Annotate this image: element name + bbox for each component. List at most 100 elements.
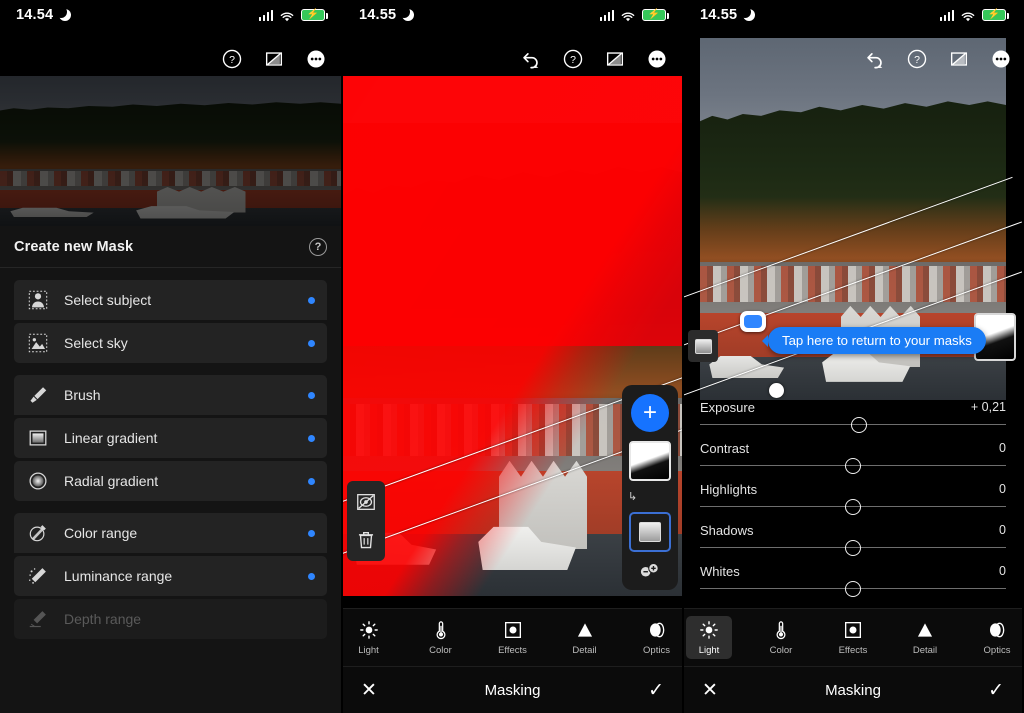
mask-item-linear-gradient[interactable]: Linear gradient xyxy=(14,418,327,458)
status-bar-2: 14.55 ⚡ xyxy=(343,0,682,30)
more-options-icon[interactable] xyxy=(305,48,327,70)
mask-type-list: Select subject Select sky Brush Linear g… xyxy=(0,268,341,639)
battery-charging-icon: ⚡ xyxy=(642,9,669,21)
slider-label: Contrast xyxy=(700,440,750,456)
close-icon[interactable]: ✕ xyxy=(361,681,377,700)
close-icon[interactable]: ✕ xyxy=(702,681,718,700)
check-icon[interactable]: ✓ xyxy=(648,681,664,700)
bottom-bar-2: ✕ Masking ✓ xyxy=(343,666,682,713)
more-options-icon[interactable] xyxy=(646,48,668,70)
mask-group-ai: Select subject Select sky xyxy=(14,280,327,363)
status-right-1: ⚡ xyxy=(258,9,328,22)
help-icon[interactable]: ? xyxy=(562,48,584,70)
mask-item-select-sky[interactable]: Select sky xyxy=(14,323,327,363)
add-subtract-icon[interactable] xyxy=(637,561,663,579)
premium-dot xyxy=(308,434,315,442)
light-icon xyxy=(699,620,719,640)
mask-item-luminance-range[interactable]: Luminance range xyxy=(14,556,327,596)
slider-whites[interactable]: Whites 0 xyxy=(700,560,1006,601)
check-icon[interactable]: ✓ xyxy=(988,681,1004,700)
slider-exposure[interactable]: Exposure + 0,21 xyxy=(700,396,1006,437)
delete-mask-icon[interactable] xyxy=(355,529,377,551)
more-options-icon[interactable] xyxy=(990,48,1012,70)
svg-text:?: ? xyxy=(914,54,920,66)
tool-color[interactable]: Color xyxy=(758,616,804,659)
optics-icon xyxy=(987,620,1007,640)
status-left-2: 14.55 xyxy=(359,6,415,23)
mask-item-label: Color range xyxy=(64,525,138,541)
slider-knob[interactable] xyxy=(845,499,861,515)
tool-effects[interactable]: Effects xyxy=(490,616,536,659)
submask-indent-icon: ↳ xyxy=(628,491,638,503)
help-icon[interactable]: ? xyxy=(906,48,928,70)
tool-label: Optics xyxy=(983,645,1011,656)
tool-optics[interactable]: Optics xyxy=(634,616,680,659)
undo-icon[interactable] xyxy=(864,48,886,70)
edit-tools-bar-2: Light Color Effects Detail Optics xyxy=(343,608,682,666)
depth-range-icon xyxy=(26,607,50,631)
moon-icon xyxy=(398,6,415,21)
tool-detail[interactable]: Detail xyxy=(562,616,608,659)
tool-label: Effects xyxy=(498,645,527,656)
panel-create-new-mask: 14.54 ⚡ ? Create new Mask ? Select subje… xyxy=(0,0,341,713)
slider-knob[interactable] xyxy=(845,581,861,597)
mask-type-badge[interactable] xyxy=(688,330,718,362)
compare-original-icon[interactable] xyxy=(948,48,970,70)
tool-light[interactable]: Light xyxy=(346,616,392,659)
color-icon xyxy=(431,620,451,640)
sheet-header: Create new Mask ? xyxy=(0,226,341,268)
mask-item-depth-range: Depth range xyxy=(14,599,327,639)
signal-bars-icon xyxy=(258,9,273,21)
help-icon[interactable]: ? xyxy=(221,48,243,70)
invert-mask-icon[interactable] xyxy=(355,491,377,513)
top-toolbar-2: ? xyxy=(520,48,668,70)
color-range-icon xyxy=(26,521,50,545)
mask-item-color-range[interactable]: Color range xyxy=(14,513,327,553)
linear-gradient-submask[interactable] xyxy=(629,512,671,552)
slider-value: 0 xyxy=(999,523,1006,537)
status-right-2: ⚡ xyxy=(599,9,669,22)
masks-toggle-chip[interactable] xyxy=(740,311,766,332)
status-bar-1: 14.54 ⚡ xyxy=(0,0,341,30)
status-left-1: 14.54 xyxy=(16,6,72,23)
linear-gradient-mask-thumbnail[interactable] xyxy=(629,441,671,481)
slider-highlights[interactable]: Highlights 0 xyxy=(700,478,1006,519)
effects-icon xyxy=(843,620,863,640)
tool-color[interactable]: Color xyxy=(418,616,464,659)
mask-item-radial-gradient[interactable]: Radial gradient xyxy=(14,461,327,501)
slider-knob[interactable] xyxy=(845,540,861,556)
signal-bars-icon xyxy=(939,9,954,21)
slider-shadows[interactable]: Shadows 0 xyxy=(700,519,1006,560)
color-icon xyxy=(771,620,791,640)
photo-preview-1 xyxy=(0,76,341,226)
mask-item-select-subject[interactable]: Select subject xyxy=(14,280,327,320)
undo-icon[interactable] xyxy=(520,48,542,70)
battery-charging-icon: ⚡ xyxy=(982,9,1009,21)
premium-dot xyxy=(308,339,315,347)
compare-original-icon[interactable] xyxy=(604,48,626,70)
tool-optics[interactable]: Optics xyxy=(974,616,1020,659)
mask-item-label: Luminance range xyxy=(64,568,173,584)
help-icon[interactable]: ? xyxy=(309,237,327,256)
light-sliders: Exposure + 0,21 Contrast 0 Highlights 0 xyxy=(684,396,1022,608)
mask-item-brush[interactable]: Brush xyxy=(14,375,327,415)
premium-dot xyxy=(308,529,315,537)
slider-knob[interactable] xyxy=(851,417,868,433)
add-mask-button[interactable]: + xyxy=(631,394,669,432)
slider-contrast[interactable]: Contrast 0 xyxy=(700,437,1006,478)
status-right-3: ⚡ xyxy=(939,9,1009,22)
slider-knob[interactable] xyxy=(845,458,861,474)
wifi-icon xyxy=(961,10,975,22)
mask-item-label: Depth range xyxy=(64,611,142,627)
slider-label: Whites xyxy=(700,563,740,579)
tool-light[interactable]: Light xyxy=(686,616,732,659)
mask-rail: + ↳ xyxy=(622,385,678,590)
optics-icon xyxy=(647,620,667,640)
tool-detail[interactable]: Detail xyxy=(902,616,948,659)
top-toolbar-3: ? xyxy=(864,48,1012,70)
compare-original-icon[interactable] xyxy=(263,48,285,70)
tool-effects[interactable]: Effects xyxy=(830,616,876,659)
tooltip-text: Tap here to return to your masks xyxy=(782,333,972,348)
wifi-icon xyxy=(280,10,294,22)
edit-tools-bar-3: Light Color Effects Detail Optics xyxy=(684,608,1022,666)
